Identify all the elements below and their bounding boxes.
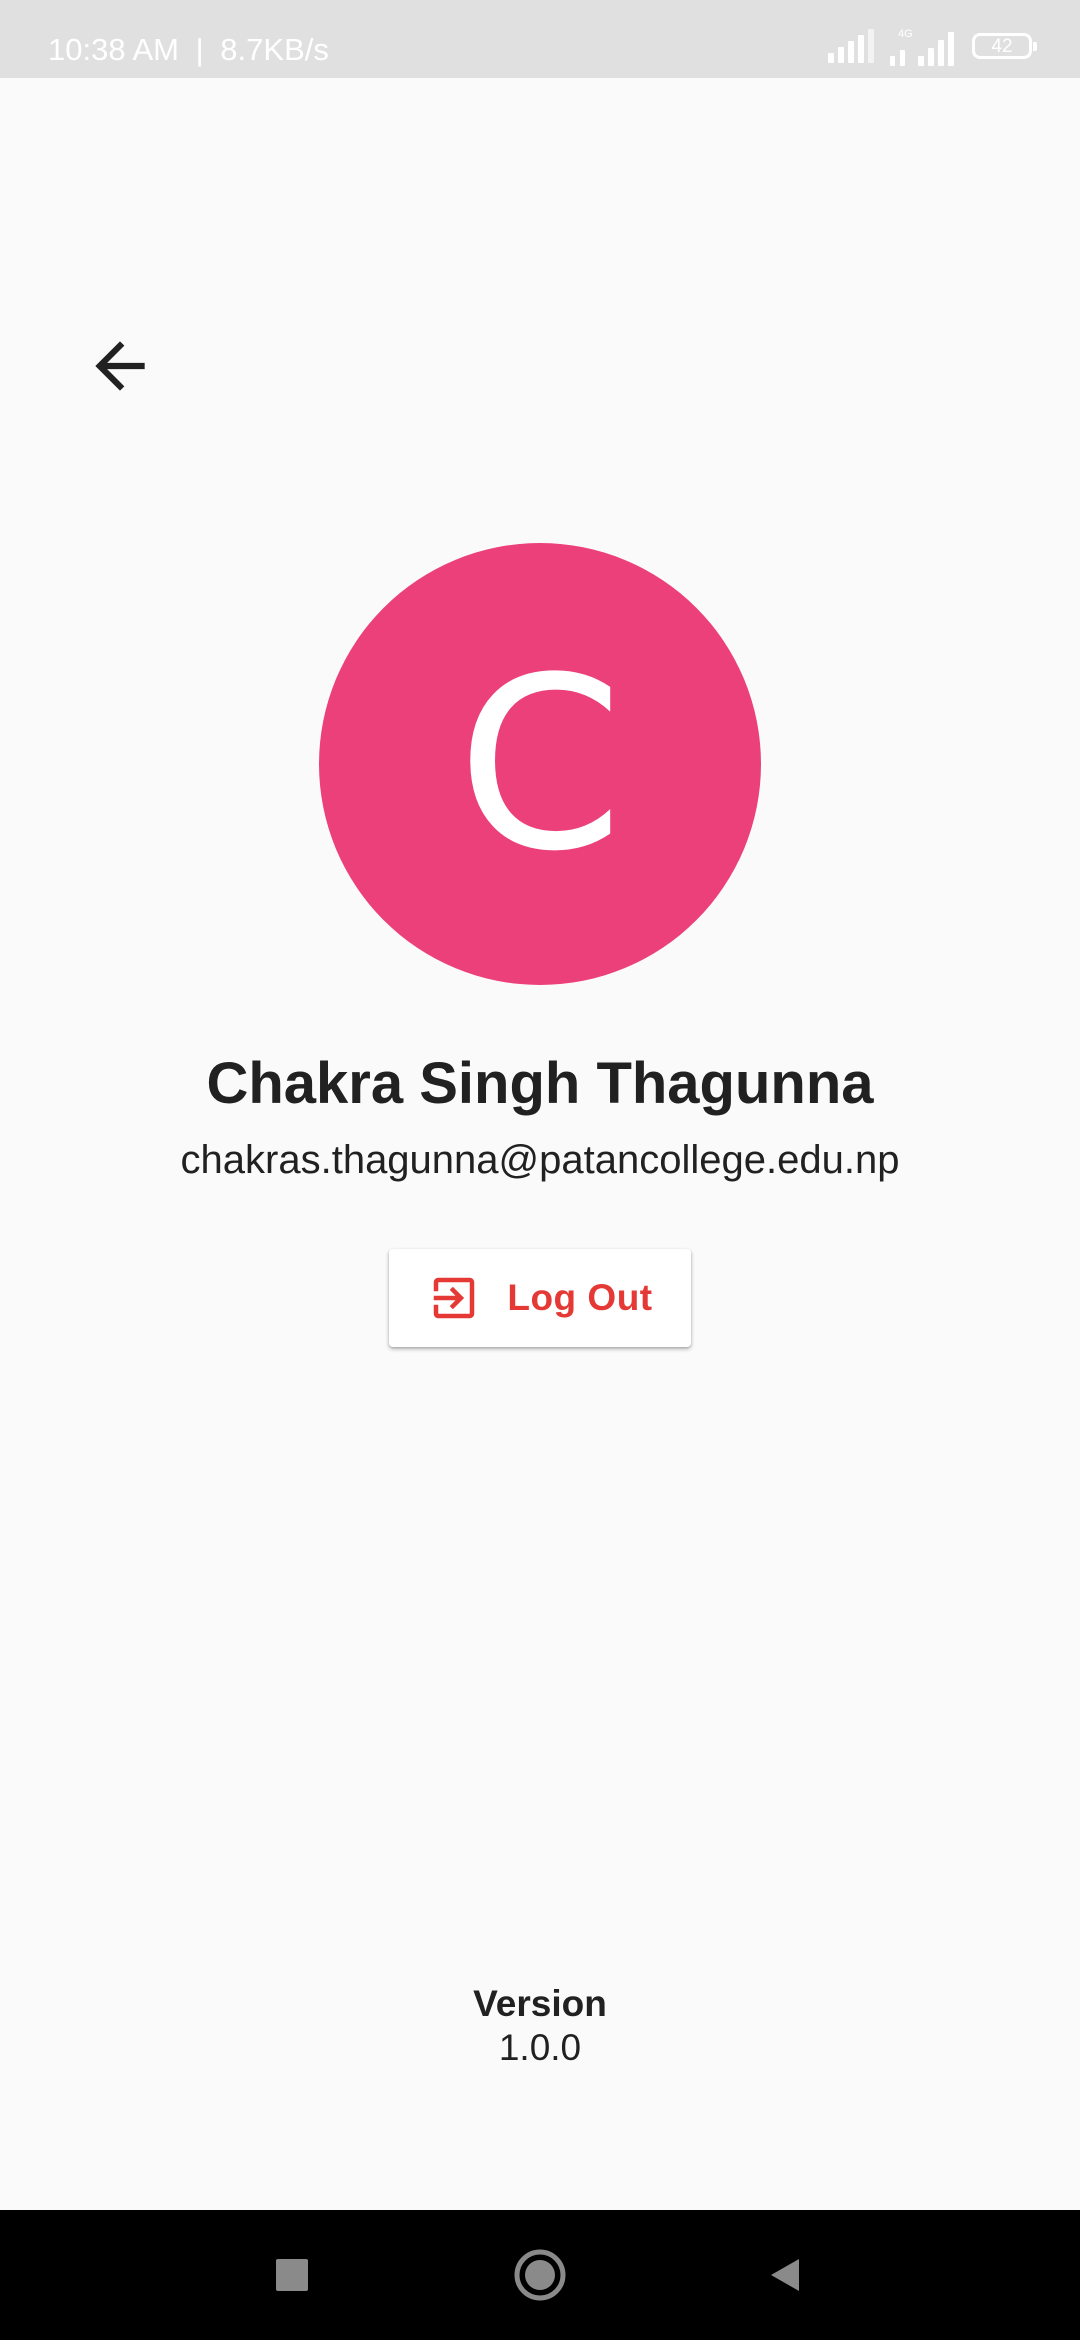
status-bar: 10:38 AM | 8.7KB/s 4G 42 <box>0 0 1080 78</box>
status-right: 4G 42 <box>828 26 1037 66</box>
signal-icon <box>828 29 874 63</box>
arrow-left-icon <box>95 341 145 391</box>
recents-button[interactable] <box>252 2235 332 2315</box>
home-button[interactable] <box>500 2235 580 2315</box>
user-name: Chakra Singh Thagunna <box>206 1051 874 1116</box>
signal-4g-icon: 4G <box>890 28 954 66</box>
nav-back-button[interactable] <box>745 2235 825 2315</box>
logout-button[interactable]: Log Out <box>389 1249 691 1347</box>
avatar: C <box>319 543 761 985</box>
avatar-letter: C <box>456 627 624 904</box>
back-button[interactable] <box>72 318 168 414</box>
status-left: 10:38 AM | 8.7KB/s <box>48 0 329 78</box>
square-icon <box>276 2259 308 2291</box>
battery-icon: 42 <box>972 33 1037 59</box>
triangle-back-icon <box>771 2259 799 2291</box>
network-speed: 8.7KB/s <box>220 32 329 67</box>
battery-level: 42 <box>991 35 1013 57</box>
circle-icon <box>514 2249 566 2301</box>
logout-icon <box>434 1277 475 1319</box>
user-email: chakras.thagunna@patancollege.edu.np <box>180 1138 900 1182</box>
version-value: 1.0.0 <box>498 2027 582 2068</box>
logout-label: Log Out <box>507 1277 653 1318</box>
version-title: Version <box>473 1983 607 2024</box>
network-type-label: 4G <box>898 28 913 40</box>
status-separator: | <box>195 32 204 67</box>
status-time: 10:38 AM <box>48 32 179 67</box>
navigation-bar <box>0 2210 1080 2340</box>
